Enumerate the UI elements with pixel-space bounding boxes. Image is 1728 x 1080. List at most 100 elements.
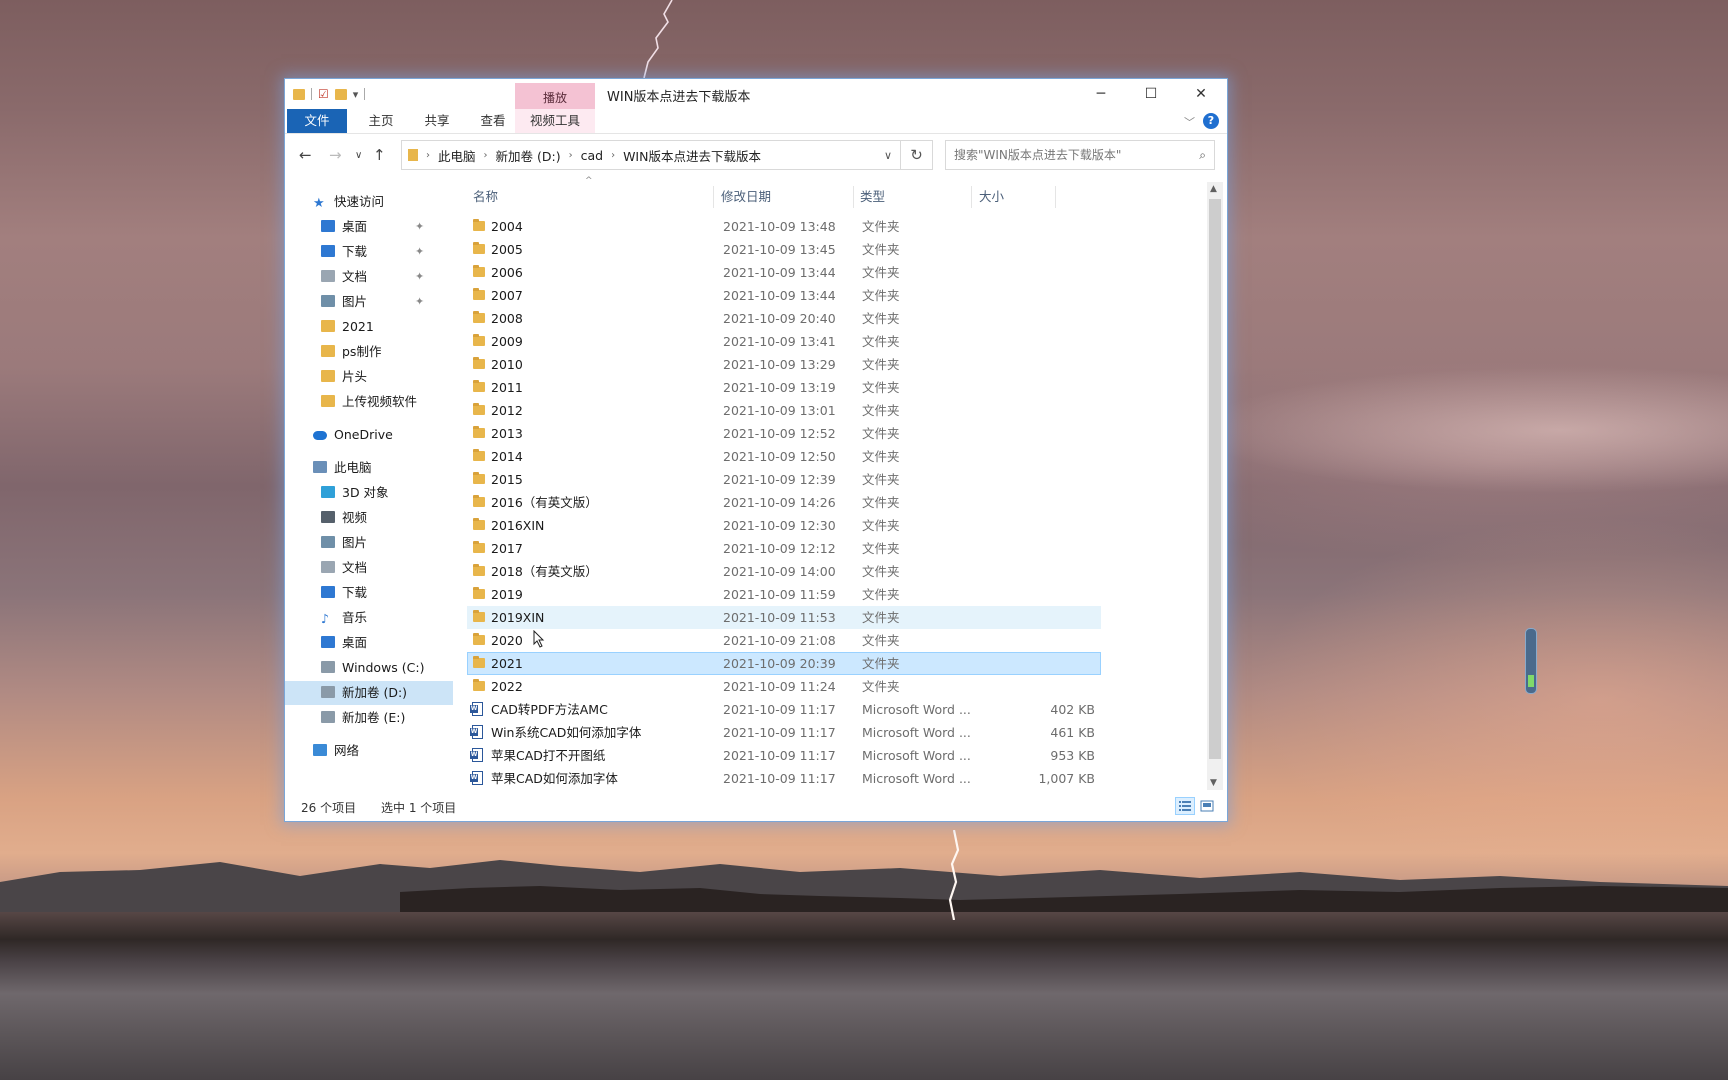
column-header-type[interactable]: 类型 bbox=[860, 186, 885, 208]
table-row[interactable]: 2009 2021-10-09 13:41 文件夹 bbox=[467, 330, 1101, 353]
breadcrumb-current[interactable]: WIN版本点进去下载版本 bbox=[623, 146, 761, 165]
sidebar-item-pc[interactable]: 下载 bbox=[285, 581, 453, 605]
sidebar-item-pc[interactable]: 文档 bbox=[285, 556, 453, 580]
table-row[interactable]: 苹果CAD打不开图纸 2021-10-09 11:17 Microsoft Word… bbox=[467, 744, 1101, 767]
table-row[interactable]: 2018（有英文版） 2021-10-09 14:00 文件夹 bbox=[467, 560, 1101, 583]
maximize-button[interactable]: ☐ bbox=[1127, 79, 1175, 109]
table-row[interactable]: 苹果CAD如何添加字体 2021-10-09 11:17 Microsoft Wor… bbox=[467, 767, 1101, 790]
properties-icon[interactable]: ☑ bbox=[318, 87, 329, 101]
column-divider[interactable] bbox=[971, 186, 972, 208]
help-icon[interactable]: ? bbox=[1203, 113, 1219, 129]
sidebar-item-quick[interactable]: 图片 ✦ bbox=[285, 290, 453, 314]
table-row[interactable]: 2006 2021-10-09 13:44 文件夹 bbox=[467, 261, 1101, 284]
column-header-date[interactable]: 修改日期 bbox=[721, 186, 771, 208]
vertical-scrollbar[interactable]: ▲ ▼ bbox=[1207, 182, 1223, 790]
table-row[interactable]: 2005 2021-10-09 13:45 文件夹 bbox=[467, 238, 1101, 261]
column-divider[interactable] bbox=[713, 186, 714, 208]
search-icon[interactable]: ⌕ bbox=[1199, 141, 1206, 169]
close-button[interactable]: ✕ bbox=[1177, 79, 1225, 109]
sidebar-item-quick-access[interactable]: ★ 快速访问 bbox=[285, 190, 453, 214]
chevron-down-icon[interactable]: ∨ bbox=[884, 149, 892, 162]
tab-home[interactable]: 主页 bbox=[353, 109, 409, 133]
back-arrow-icon[interactable]: ← bbox=[299, 146, 312, 164]
scrollbar-thumb[interactable] bbox=[1209, 199, 1221, 759]
sidebar-item-quick[interactable]: 上传视频软件 bbox=[285, 390, 453, 414]
sidebar-item-network[interactable]: 网络 bbox=[285, 739, 453, 763]
sidebar-item-pc[interactable]: 图片 bbox=[285, 531, 453, 555]
sidebar-item-quick[interactable]: ps制作 bbox=[285, 340, 453, 364]
context-tab-play[interactable]: 播放 bbox=[515, 83, 595, 109]
chevron-right-icon[interactable]: › bbox=[569, 150, 573, 161]
table-row[interactable]: 2011 2021-10-09 13:19 文件夹 bbox=[467, 376, 1101, 399]
column-header-size[interactable]: 大小 bbox=[979, 186, 1004, 208]
recent-locations-icon[interactable]: ∨ bbox=[355, 150, 362, 161]
tab-video-tools[interactable]: 视频工具 bbox=[515, 109, 595, 133]
sidebar-item-pc[interactable]: 新加卷 (E:) bbox=[285, 706, 453, 730]
refresh-button[interactable]: ↻ bbox=[901, 140, 933, 170]
search-input[interactable]: 搜索"WIN版本点进去下载版本" ⌕ bbox=[945, 140, 1215, 170]
table-row[interactable]: 2019 2021-10-09 11:59 文件夹 bbox=[467, 583, 1101, 606]
table-row[interactable]: 2021 2021-10-09 20:39 文件夹 bbox=[467, 652, 1101, 675]
table-row[interactable]: 2016XIN 2021-10-09 12:30 文件夹 bbox=[467, 514, 1101, 537]
pin-icon[interactable]: ✦ bbox=[415, 290, 424, 314]
table-row[interactable]: 2016（有英文版） 2021-10-09 14:26 文件夹 bbox=[467, 491, 1101, 514]
table-row[interactable]: Win系统CAD如何添加字体 2021-10-09 11:17 Microsoft … bbox=[467, 721, 1101, 744]
table-row[interactable]: 2017 2021-10-09 12:12 文件夹 bbox=[467, 537, 1101, 560]
chevron-right-icon[interactable]: › bbox=[426, 150, 430, 161]
table-row[interactable]: 2010 2021-10-09 13:29 文件夹 bbox=[467, 353, 1101, 376]
chevron-right-icon[interactable]: › bbox=[484, 150, 488, 161]
word-doc-icon bbox=[470, 771, 483, 785]
sidebar-item-pc[interactable]: ♪ 音乐 bbox=[285, 606, 453, 630]
table-row[interactable]: 2014 2021-10-09 12:50 文件夹 bbox=[467, 445, 1101, 468]
sidebar-item-quick[interactable]: 片头 bbox=[285, 365, 453, 389]
expand-ribbon-icon[interactable]: ﹀ bbox=[1184, 114, 1195, 130]
table-row[interactable]: CAD转PDF方法AMC 2021-10-09 11:17 Microsoft Wo… bbox=[467, 698, 1101, 721]
sidebar-item-quick[interactable]: 桌面 ✦ bbox=[285, 215, 453, 239]
breadcrumb-this-pc[interactable]: 此电脑 bbox=[438, 146, 476, 165]
table-row[interactable]: 2019XIN 2021-10-09 11:53 文件夹 bbox=[467, 606, 1101, 629]
sidebar-item-pc[interactable]: 3D 对象 bbox=[285, 481, 453, 505]
pin-icon[interactable]: ✦ bbox=[415, 265, 424, 289]
table-row[interactable]: 2013 2021-10-09 12:52 文件夹 bbox=[467, 422, 1101, 445]
minimize-button[interactable]: ─ bbox=[1077, 79, 1125, 109]
new-folder-icon[interactable] bbox=[334, 88, 347, 100]
tab-share[interactable]: 共享 bbox=[409, 109, 465, 133]
sidebar-item-pc[interactable]: 桌面 bbox=[285, 631, 453, 655]
sidebar-item-quick[interactable]: 文档 ✦ bbox=[285, 265, 453, 289]
pin-icon[interactable]: ✦ bbox=[415, 240, 424, 264]
sidebar-item-pc[interactable]: 视频 bbox=[285, 506, 453, 530]
sidebar-item-onedrive[interactable]: OneDrive bbox=[285, 423, 453, 447]
large-icons-view-button[interactable] bbox=[1197, 797, 1217, 815]
sidebar-item-pc[interactable]: 新加卷 (D:) bbox=[285, 681, 453, 705]
table-row[interactable]: 2004 2021-10-09 13:48 文件夹 bbox=[467, 215, 1101, 238]
chevron-down-icon[interactable]: ▾ bbox=[353, 88, 359, 101]
table-row[interactable]: 2022 2021-10-09 11:24 文件夹 bbox=[467, 675, 1101, 698]
table-row[interactable]: 2007 2021-10-09 13:44 文件夹 bbox=[467, 284, 1101, 307]
scroll-up-icon[interactable]: ▲ bbox=[1210, 184, 1217, 194]
scroll-down-icon[interactable]: ▼ bbox=[1210, 778, 1217, 788]
details-view-button[interactable] bbox=[1175, 797, 1195, 815]
column-divider[interactable] bbox=[853, 186, 854, 208]
table-row[interactable]: 2008 2021-10-09 20:40 文件夹 bbox=[467, 307, 1101, 330]
up-arrow-icon[interactable]: ↑ bbox=[373, 146, 386, 164]
sidebar-item-this-pc[interactable]: 此电脑 bbox=[285, 456, 453, 480]
table-row[interactable]: 2020 2021-10-09 21:08 文件夹 bbox=[467, 629, 1101, 652]
column-header-name[interactable]: 名称 bbox=[473, 186, 498, 208]
sidebar-item-quick[interactable]: 下载 ✦ bbox=[285, 240, 453, 264]
tab-view[interactable]: 查看 bbox=[465, 109, 521, 133]
tab-file[interactable]: 文件 bbox=[287, 109, 347, 133]
title-bar[interactable]: ☑ ▾ 播放 WIN版本点进去下载版本 ─ ☐ ✕ bbox=[285, 79, 1227, 109]
breadcrumb-cad[interactable]: cad bbox=[581, 148, 603, 163]
chevron-right-icon[interactable]: › bbox=[611, 150, 615, 161]
table-row[interactable]: 2012 2021-10-09 13:01 文件夹 bbox=[467, 399, 1101, 422]
forward-arrow-icon[interactable]: → bbox=[329, 146, 342, 164]
battery-widget[interactable] bbox=[1525, 628, 1537, 694]
column-divider[interactable] bbox=[1055, 186, 1056, 208]
breadcrumb-drive-d[interactable]: 新加卷 (D:) bbox=[496, 146, 561, 165]
sidebar-item-pc[interactable]: Windows (C:) bbox=[285, 656, 453, 680]
sidebar-item-label: 图片 bbox=[342, 535, 368, 550]
sidebar-item-quick[interactable]: 2021 bbox=[285, 315, 453, 339]
table-row[interactable]: 2015 2021-10-09 12:39 文件夹 bbox=[467, 468, 1101, 491]
address-bar[interactable]: › 此电脑 › 新加卷 (D:) › cad › WIN版本点进去下载版本 ∨ bbox=[401, 140, 901, 170]
pin-icon[interactable]: ✦ bbox=[415, 215, 424, 239]
